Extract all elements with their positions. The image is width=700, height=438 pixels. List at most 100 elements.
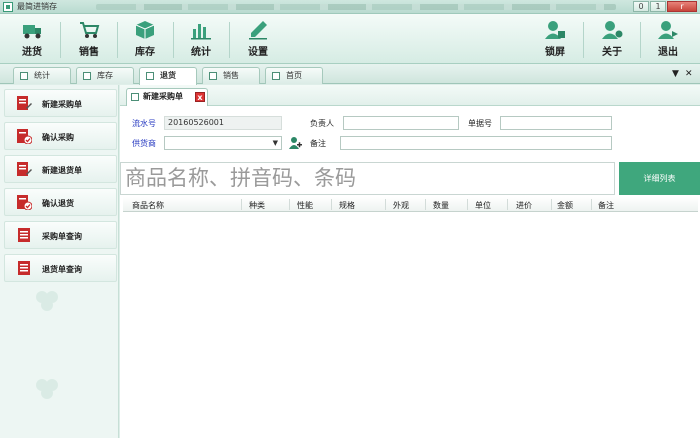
supplier-select[interactable]: ▼ (164, 136, 282, 150)
toolbar-lock-label: 锁屏 (545, 47, 565, 58)
maximize-button[interactable]: 1 (650, 1, 666, 12)
sidebar-item-return-order-query[interactable]: 退货单查询 (4, 254, 117, 282)
sidebar-item-new-purchase-order[interactable]: 新建采购单 (4, 89, 117, 117)
column-header[interactable]: 种类 (249, 200, 265, 211)
serial-label: 流水号 (132, 119, 156, 128)
toolbar-separator (60, 22, 61, 58)
app-icon (3, 2, 13, 12)
toolbar-separator (117, 22, 118, 58)
sidebar-item-confirm-purchase[interactable]: 确认采购 (4, 122, 117, 150)
document-tab-bar: 新建采购单 x (120, 85, 700, 106)
column-header[interactable]: 外观 (393, 200, 409, 211)
toolbar-about-button[interactable]: 关于 (589, 20, 635, 62)
user-info-icon (602, 21, 623, 39)
sidebar-item-label: 确认退货 (42, 199, 74, 208)
tab-list-dropdown-icon[interactable]: ▼ (672, 69, 679, 79)
window-title: 最简进销存 (17, 2, 57, 11)
tab-returns-label: 退货 (160, 71, 176, 80)
tab-sales-label: 销售 (223, 71, 239, 80)
tab-icon (272, 72, 280, 80)
supplier-label: 供货商 (132, 139, 156, 148)
toolbar-inventory-label: 库存 (135, 47, 155, 58)
tab-close-all-icon[interactable]: ✕ (685, 69, 693, 79)
note-label: 备注 (310, 139, 326, 148)
column-header[interactable]: 数量 (433, 200, 449, 211)
sidebar-item-label: 新建退货单 (42, 166, 82, 175)
search-placeholder: 商品名称、拼音码、条码 (125, 166, 356, 190)
column-header[interactable]: 金额 (557, 200, 573, 211)
tab-returns[interactable]: 退货 (139, 67, 197, 85)
tab-icon (131, 93, 139, 101)
list-icon (18, 228, 30, 242)
tab-home[interactable]: 首页 (265, 67, 323, 84)
toolbar-separator (583, 22, 584, 58)
toolbar-purchase-label: 进货 (22, 47, 42, 58)
toolbar-sales-label: 销售 (79, 47, 99, 58)
toolbar-statistics-label: 统计 (191, 47, 211, 58)
main-content: 新建采购单 x 流水号 20160526001 负责人 单据号 供货商 ▼ 备注… (120, 85, 700, 438)
bill-number-input[interactable] (500, 116, 612, 130)
serial-value: 20160526001 (168, 118, 224, 127)
order-form: 流水号 20160526001 负责人 单据号 供货商 ▼ 备注 (120, 107, 700, 163)
sidebar-item-label: 新建采购单 (42, 100, 82, 109)
column-divider (467, 199, 468, 210)
minimize-button[interactable]: 0 (633, 1, 649, 12)
bill-number-label: 单据号 (468, 119, 492, 128)
tab-statistics-label: 统计 (34, 71, 50, 80)
sidebar-item-purchase-order-query[interactable]: 采购单查询 (4, 221, 117, 249)
column-divider (241, 199, 242, 210)
serial-field: 20160526001 (164, 116, 282, 130)
toolbar-separator (229, 22, 230, 58)
user-exit-icon (658, 21, 678, 39)
column-divider (331, 199, 332, 210)
clover-watermark-icon (36, 291, 58, 311)
tab-new-purchase-order-label: 新建采购单 (143, 92, 183, 101)
toolbar-inventory-button[interactable]: 库存 (122, 20, 168, 62)
main-tab-bar: 统计 库存 退货 销售 首页 ▼ ✕ (0, 64, 700, 85)
product-search-input[interactable]: 商品名称、拼音码、条码 (120, 162, 615, 195)
items-table: 商品名称 种类 性能 规格 外观 数量 单位 进价 金额 备注 (123, 197, 698, 438)
tab-statistics[interactable]: 统计 (13, 67, 71, 84)
toolbar-purchase-button[interactable]: 进货 (9, 20, 55, 62)
tab-sales[interactable]: 销售 (202, 67, 260, 84)
column-header[interactable]: 单位 (475, 200, 491, 211)
toolbar-statistics-button[interactable]: 统计 (178, 20, 224, 62)
toolbar-settings-button[interactable]: 设置 (235, 20, 281, 62)
chevron-down-icon: ▼ (272, 139, 278, 147)
user-lock-icon (545, 21, 565, 39)
tab-home-label: 首页 (286, 71, 302, 80)
toolbar-exit-button[interactable]: 退出 (645, 20, 691, 62)
toolbar-separator (173, 22, 174, 58)
column-divider (425, 199, 426, 210)
sidebar-item-confirm-return[interactable]: 确认退货 (4, 188, 117, 216)
close-tab-icon[interactable]: x (195, 92, 205, 102)
toolbar-sales-button[interactable]: 销售 (66, 20, 112, 62)
column-header[interactable]: 备注 (598, 200, 614, 211)
column-header[interactable]: 规格 (339, 200, 355, 211)
column-divider (591, 199, 592, 210)
detail-list-button[interactable]: 详细列表 (619, 162, 700, 195)
pencil-icon (249, 21, 267, 40)
confirm-icon (17, 195, 32, 210)
new-order-icon (17, 96, 32, 110)
main-toolbar: 进货 销售 库存 统计 设置 锁屏 关于 退出 (0, 14, 700, 64)
tab-icon (20, 72, 28, 80)
add-supplier-icon[interactable] (288, 136, 302, 150)
new-order-icon (17, 162, 32, 176)
sidebar-item-label: 确认采购 (42, 133, 74, 142)
column-header[interactable]: 进价 (516, 200, 532, 211)
sidebar-item-new-return-order[interactable]: 新建退货单 (4, 155, 117, 183)
tab-new-purchase-order[interactable]: 新建采购单 x (126, 88, 208, 106)
person-in-charge-input[interactable] (343, 116, 459, 130)
close-button[interactable]: r (667, 1, 697, 12)
toolbar-separator (640, 22, 641, 58)
blurred-taskbar-strip (96, 4, 616, 10)
column-divider (385, 199, 386, 210)
tab-inventory[interactable]: 库存 (76, 67, 134, 84)
note-input[interactable] (340, 136, 612, 150)
column-header[interactable]: 商品名称 (132, 200, 164, 211)
column-header[interactable]: 性能 (297, 200, 313, 211)
toolbar-lock-button[interactable]: 锁屏 (532, 20, 578, 62)
left-sidebar: 新建采购单 确认采购 新建退货单 确认退货 采购单查询 退货单查询 (0, 85, 119, 438)
truck-icon (23, 25, 41, 39)
